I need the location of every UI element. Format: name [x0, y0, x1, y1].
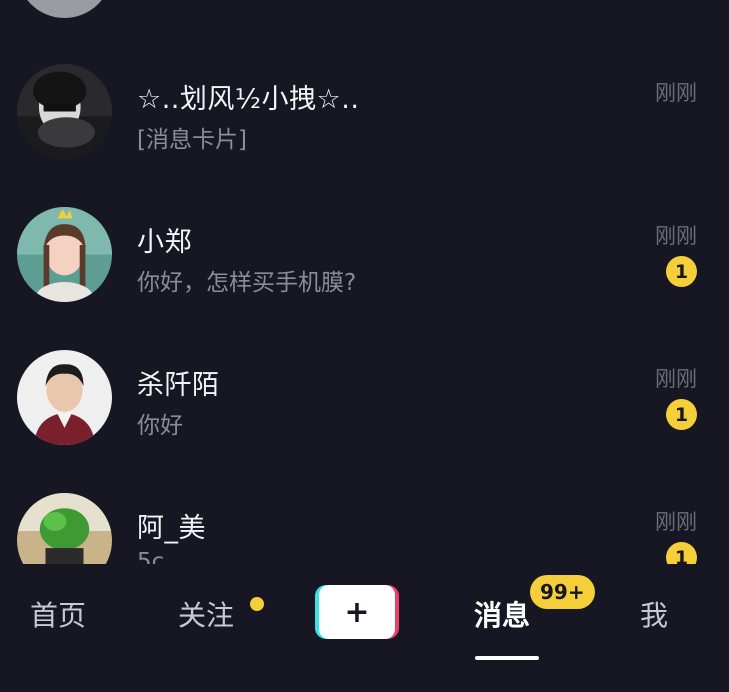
avatar[interactable]	[17, 0, 112, 18]
follow-new-dot	[250, 597, 264, 611]
conversation-list: ☆..划风½小拽☆.. [消息卡片] 刚刚 小郑 你好，怎样买手机膜? 刚刚 1	[0, 0, 729, 564]
message-preview: [消息卡片]	[137, 127, 247, 153]
message-preview: 你好	[137, 413, 183, 439]
active-tab-indicator	[475, 656, 539, 660]
tab-home[interactable]: 首页	[30, 594, 86, 634]
message-time: 刚刚	[655, 367, 697, 391]
unread-badge: 1	[666, 256, 697, 287]
avatar[interactable]	[17, 350, 112, 445]
avatar[interactable]	[17, 207, 112, 302]
conversation-row[interactable]: 杀阡陌 你好 刚刚 1	[0, 346, 729, 489]
bottom-tab-bar: 首页 关注 + 消息 99+ 我	[0, 564, 729, 692]
unread-badge: 1	[666, 542, 697, 564]
conversation-row[interactable]: 阿_美 5c 刚刚 1	[0, 489, 729, 564]
plus-icon: +	[319, 585, 395, 639]
message-preview: 5c	[137, 549, 165, 564]
conversation-row[interactable]: 小郑 你好，怎样买手机膜? 刚刚 1	[0, 203, 729, 346]
contact-name: 小郑	[137, 227, 192, 258]
unread-badge: 1	[666, 399, 697, 430]
contact-name: ☆..划风½小拽☆..	[137, 84, 360, 115]
message-time: 刚刚	[655, 510, 697, 534]
message-preview: 你好，怎样买手机膜?	[137, 270, 357, 296]
create-button[interactable]: +	[315, 585, 399, 639]
tab-messages[interactable]: 消息	[474, 594, 530, 634]
conversation-row[interactable]: ☆..划风½小拽☆.. [消息卡片] 刚刚	[0, 60, 729, 203]
tab-me[interactable]: 我	[640, 594, 668, 634]
contact-name: 阿_美	[137, 513, 206, 544]
message-time: 刚刚	[655, 224, 697, 248]
contact-name: 杀阡陌	[137, 370, 220, 401]
tab-follow[interactable]: 关注	[178, 594, 234, 634]
message-time: 刚刚	[655, 81, 697, 105]
avatar[interactable]	[17, 493, 112, 564]
messages-count-badge: 99+	[530, 575, 595, 609]
avatar[interactable]	[17, 64, 112, 159]
